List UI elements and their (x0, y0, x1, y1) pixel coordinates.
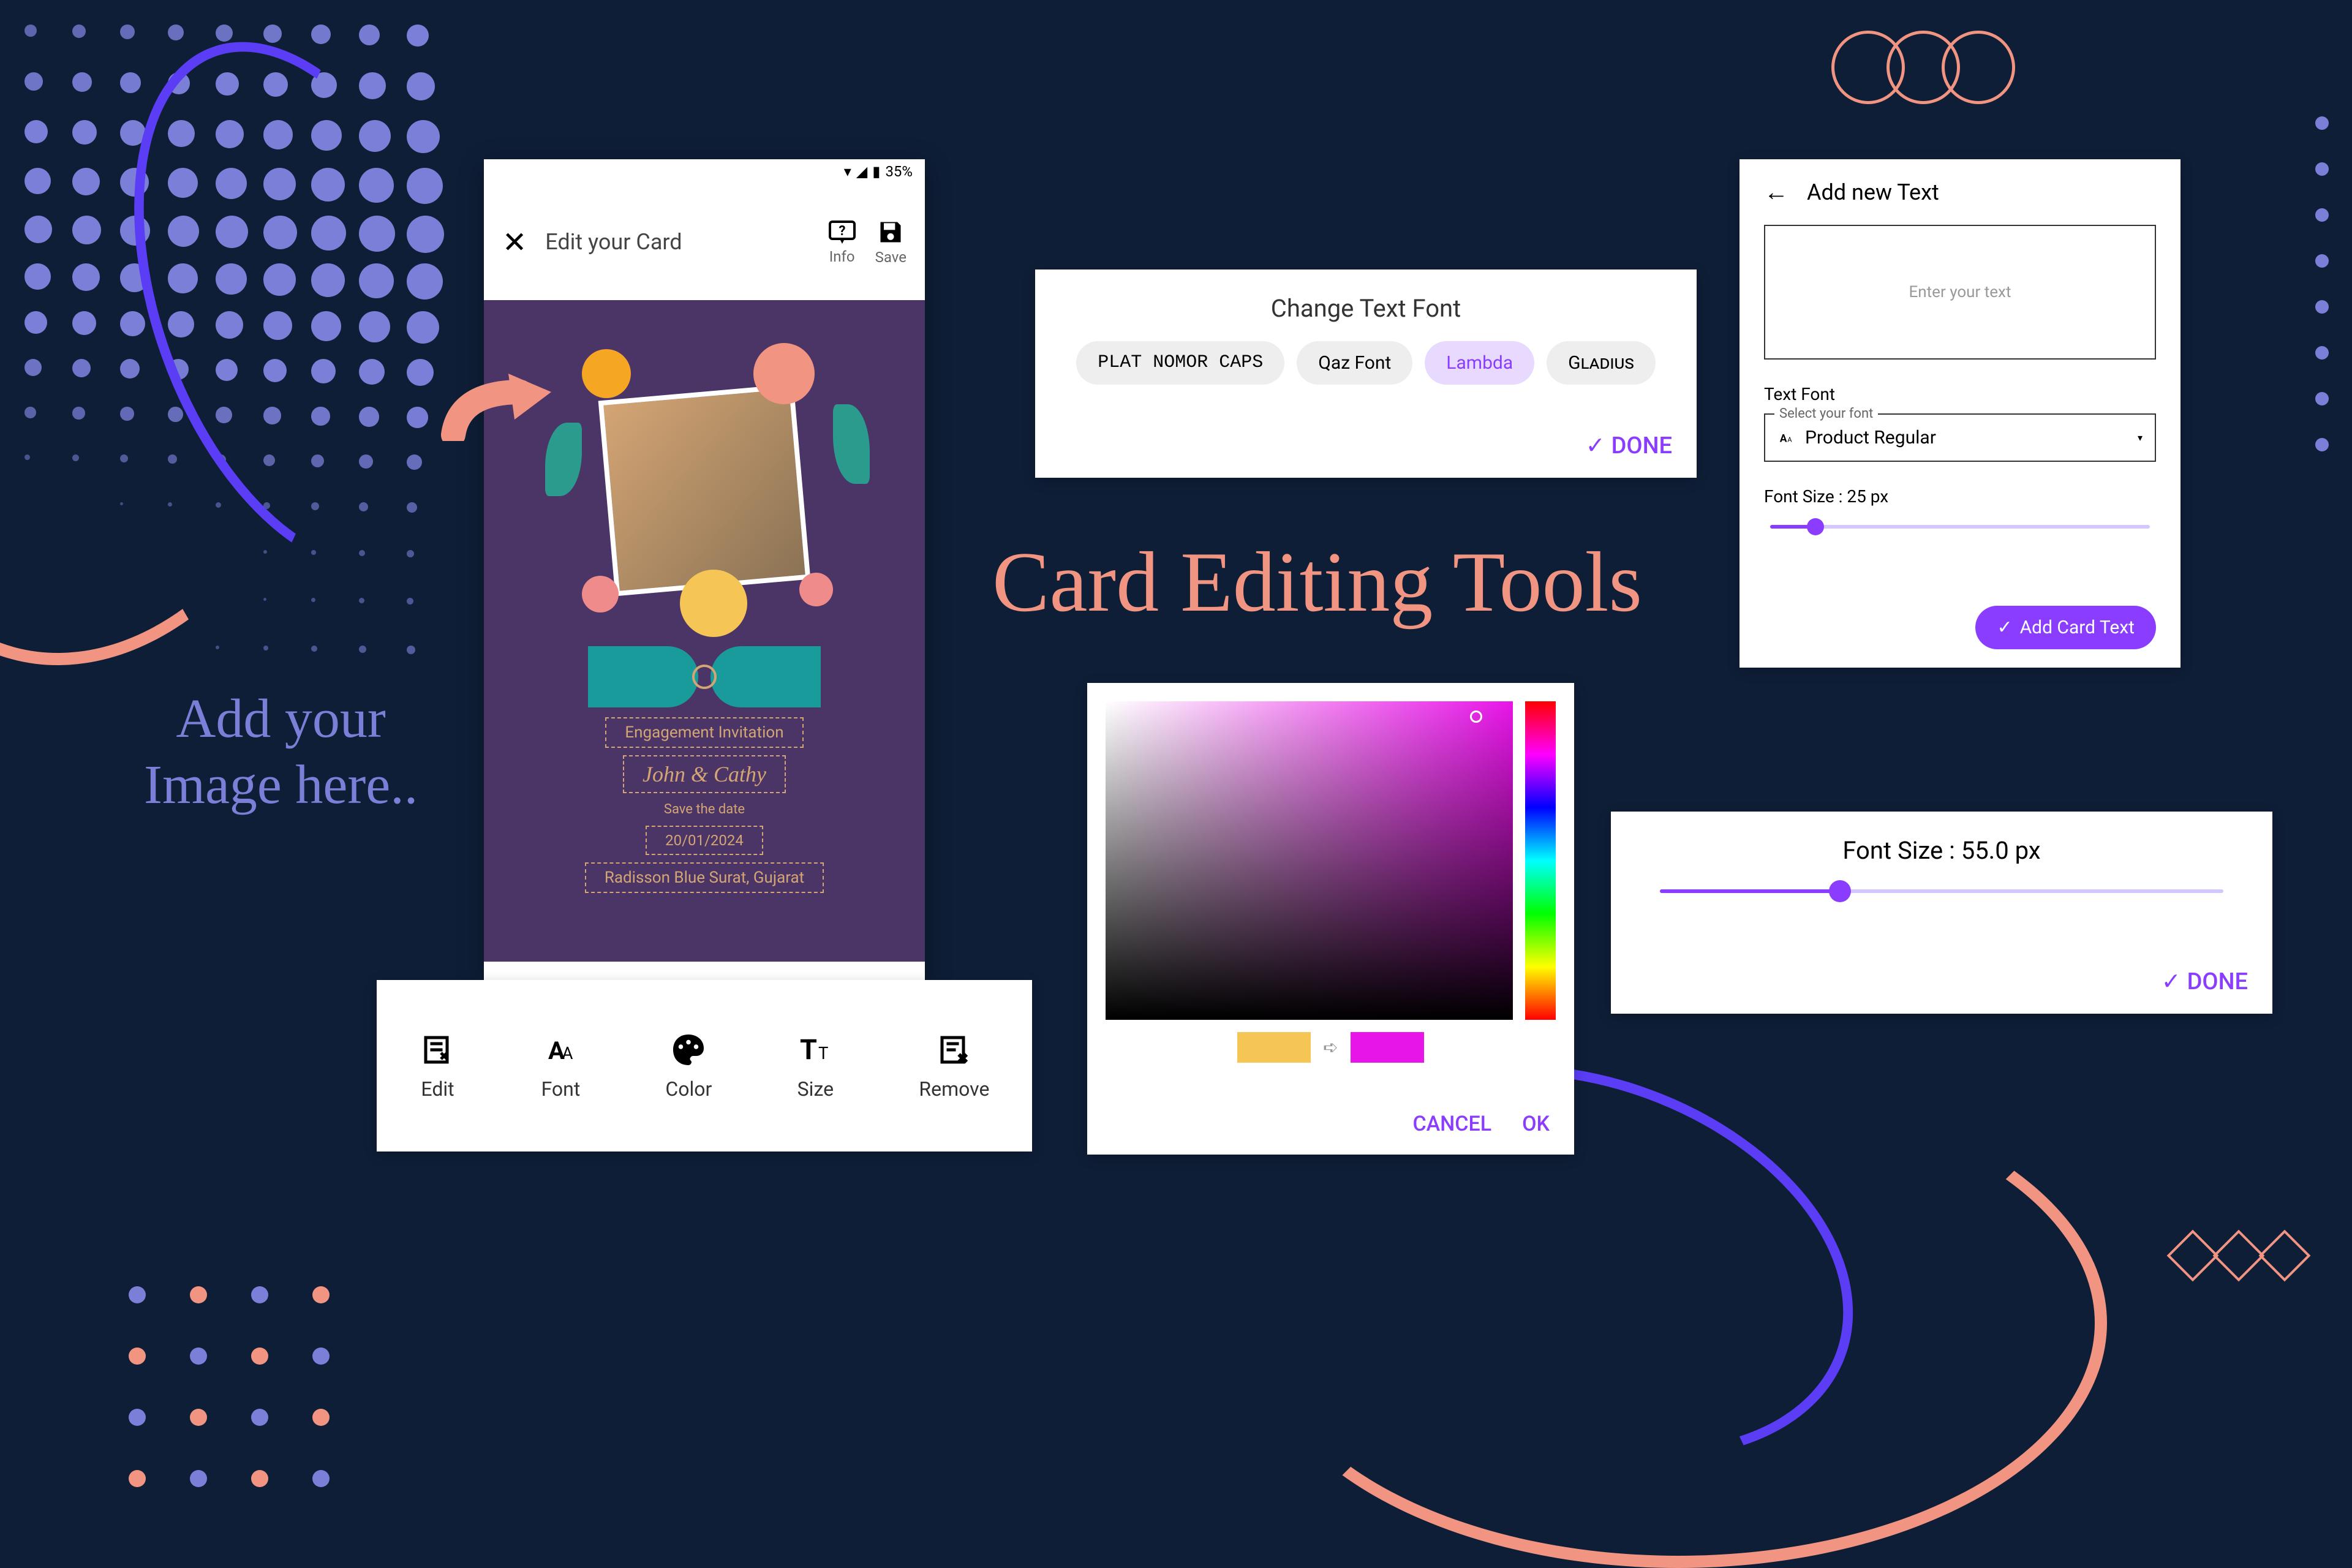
size-tool[interactable]: TT Size (797, 1031, 834, 1101)
battery-percent: 35% (885, 163, 913, 180)
font-icon: AA (1777, 429, 1796, 447)
font-select-dropdown[interactable]: Select your font AA Product Regular ▾ (1764, 413, 2156, 462)
hands-illustration (508, 640, 900, 714)
floral-frame (533, 331, 876, 649)
edit-icon (420, 1031, 456, 1068)
signal-icon: ◢ (856, 163, 867, 180)
palette-icon (670, 1031, 707, 1068)
close-button[interactable]: ✕ (502, 225, 527, 260)
wifi-icon: ▾ (844, 163, 851, 180)
size-slider[interactable] (1660, 889, 2223, 893)
color-cancel-button[interactable]: CANCEL (1412, 1112, 1491, 1136)
size-icon: TT (797, 1031, 834, 1068)
slider-thumb[interactable] (1807, 518, 1824, 535)
font-options: PLAT NOMOR CAPS Qaz Font Lambda Gladius (1060, 341, 1672, 385)
card-text-names[interactable]: John & Cathy (623, 755, 786, 793)
change-font-panel: Change Text Font PLAT NOMOR CAPS Qaz Fon… (1035, 270, 1697, 478)
svg-text:T: T (800, 1033, 817, 1066)
check-icon: ✓ (2162, 968, 2181, 995)
card-text-venue[interactable]: Radisson Blue Surat, Gujarat (585, 862, 824, 893)
card-text-date[interactable]: 20/01/2024 (646, 826, 763, 855)
slider-thumb[interactable] (1829, 880, 1851, 902)
add-text-title: Add new Text (1807, 179, 1939, 205)
chevron-down-icon: ▾ (2138, 432, 2143, 443)
font-option-lambda[interactable]: Lambda (1425, 341, 1534, 385)
text-input[interactable]: Enter your text (1764, 225, 2156, 360)
font-tool[interactable]: AA Font (541, 1031, 581, 1101)
color-tool[interactable]: Color (665, 1031, 712, 1101)
add-image-label: Add your Image here.. (144, 686, 418, 818)
svg-text:?: ? (839, 224, 845, 239)
svg-text:T: T (818, 1043, 828, 1063)
flower-decoration (680, 570, 747, 637)
arrow-icon (441, 368, 564, 441)
save-button[interactable]: Save (875, 219, 907, 266)
save-icon (877, 219, 904, 246)
font-option-gladius[interactable]: Gladius (1547, 341, 1656, 385)
svg-text:A: A (1787, 435, 1792, 443)
color-picker-panel: ➪ CANCEL OK (1087, 683, 1574, 1155)
new-color-swatch (1351, 1032, 1424, 1063)
leaf-decoration (833, 404, 870, 484)
decorative-rings (1831, 31, 2015, 104)
header-title: Edit your Card (545, 229, 809, 255)
font-size-panel: Font Size : 55.0 px ✓ DONE (1611, 812, 2272, 1014)
card-text-invitation[interactable]: Engagement Invitation (605, 717, 803, 748)
color-ok-button[interactable]: OK (1522, 1112, 1550, 1136)
flower-decoration (582, 576, 619, 612)
status-bar: ▾ ◢ ▮ 35% (484, 159, 925, 184)
font-icon: AA (542, 1031, 579, 1068)
check-icon: ✓ (1997, 617, 2012, 638)
font-option-qaz[interactable]: Qaz Font (1297, 341, 1412, 385)
selected-font: Product Regular (1805, 427, 1936, 448)
add-card-text-button[interactable]: ✓ Add Card Text (1975, 606, 2156, 649)
phone-header: ✕ Edit your Card ? Info Save (484, 184, 925, 300)
font-done-button[interactable]: ✓ DONE (1586, 432, 1672, 459)
hue-slider[interactable] (1525, 701, 1556, 1020)
edit-tool[interactable]: Edit (420, 1031, 456, 1101)
font-option-plat-nomor[interactable]: PLAT NOMOR CAPS (1076, 341, 1284, 385)
phone-mockup: ▾ ◢ ▮ 35% ✕ Edit your Card ? Info Save (484, 159, 925, 986)
back-button[interactable]: ← (1764, 178, 1789, 206)
color-cursor[interactable] (1470, 710, 1482, 723)
font-panel-title: Change Text Font (1060, 294, 1672, 323)
saturation-value-picker[interactable] (1106, 701, 1513, 1020)
remove-icon (936, 1031, 973, 1068)
font-size-slider[interactable] (1770, 525, 2150, 529)
size-panel-title: Font Size : 55.0 px (1660, 836, 2223, 865)
text-font-label: Text Font (1764, 384, 2156, 404)
remove-tool[interactable]: Remove (919, 1031, 989, 1101)
info-button[interactable]: ? Info (827, 219, 857, 265)
info-icon: ? (827, 219, 857, 245)
card-text-savedate[interactable]: Save the date (663, 801, 746, 818)
flower-decoration (799, 573, 833, 606)
decorative-diamonds (2174, 1237, 2303, 1274)
card-photo[interactable] (598, 384, 811, 597)
check-icon: ✓ (1586, 432, 1605, 459)
arrow-right-icon: ➪ (1323, 1037, 1338, 1058)
flower-decoration (753, 343, 815, 404)
flower-decoration (582, 349, 631, 398)
svg-text:A: A (562, 1043, 573, 1063)
battery-icon: ▮ (872, 163, 880, 180)
editing-toolbar: Edit AA Font Color TT Size Remove (377, 980, 1032, 1152)
svg-text:A: A (1780, 432, 1787, 445)
add-text-panel: ← Add new Text Enter your text Text Font… (1740, 159, 2180, 668)
main-title: Card Editing Tools (992, 533, 1642, 631)
size-done-button[interactable]: ✓ DONE (2162, 968, 2248, 995)
old-color-swatch (1237, 1032, 1311, 1063)
font-size-label: Font Size : 25 px (1764, 486, 2156, 507)
